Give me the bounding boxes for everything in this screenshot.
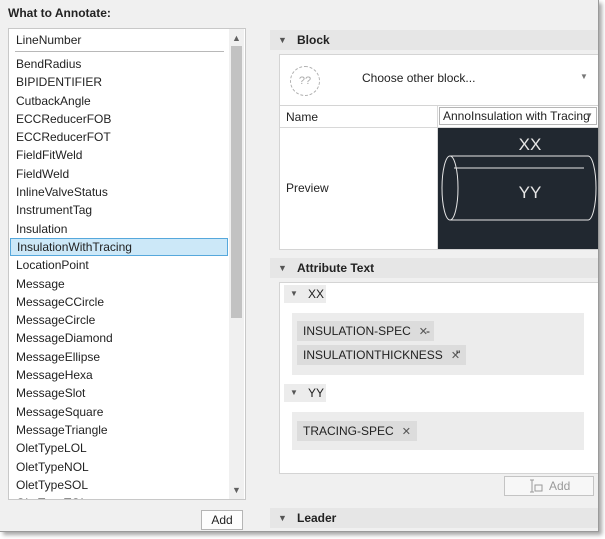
- list-header: LineNumber: [15, 33, 224, 52]
- add-annotation-button[interactable]: Add: [201, 510, 243, 530]
- list-item[interactable]: BIPIDENTIFIER: [10, 73, 228, 91]
- add-attribute-icon: [530, 479, 543, 493]
- separator-text: -: [426, 324, 430, 338]
- token-chip[interactable]: INSULATIONTHICKNESS ✕: [297, 345, 467, 365]
- pipe-preview-drawing: XX YY: [441, 135, 597, 221]
- preview-tag-xx: XX: [519, 135, 542, 154]
- list-item[interactable]: FieldFitWeld: [10, 146, 228, 164]
- block-preview: XX YY: [438, 128, 598, 249]
- attribute-yy-token-field[interactable]: TRACING-SPEC ✕: [292, 412, 584, 450]
- token-label: INSULATIONTHICKNESS: [303, 348, 443, 362]
- list-item[interactable]: MessageHexa: [10, 366, 228, 384]
- attribute-group-yy-header[interactable]: ▼ YY: [284, 384, 326, 402]
- select-arrow-icon[interactable]: ▼: [585, 108, 593, 124]
- list-item[interactable]: ECCReducerFOT: [10, 128, 228, 146]
- list-item[interactable]: OletTypeTOL: [10, 494, 228, 499]
- list-item[interactable]: InstrumentTag: [10, 201, 228, 219]
- annotate-dialog: What to Annotate: LineNumber BendRadius B…: [0, 0, 599, 532]
- token-chip[interactable]: TRACING-SPEC ✕: [297, 421, 417, 441]
- token-label: TRACING-SPEC: [303, 424, 394, 438]
- preview-tag-yy: YY: [519, 183, 542, 202]
- collapse-triangle-icon[interactable]: ▼: [290, 384, 298, 402]
- attribute-text-panel: ▼ XX INSULATION-SPEC ✕ - INSULATIONTHICKN…: [279, 282, 598, 474]
- separator-text: ": [456, 348, 461, 362]
- collapse-triangle-icon[interactable]: ▼: [290, 285, 298, 303]
- block-section-header[interactable]: ▼ Block: [270, 30, 598, 50]
- list-item[interactable]: OletTypeLOL: [10, 439, 228, 457]
- attribute-section-title: Attribute Text: [297, 261, 375, 275]
- chevron-down-icon[interactable]: ▼: [580, 72, 588, 81]
- add-attribute-button[interactable]: Add: [504, 476, 594, 496]
- list-item[interactable]: BendRadius: [10, 55, 228, 73]
- list-item[interactable]: MessageEllipse: [10, 348, 228, 366]
- collapse-triangle-icon[interactable]: ▼: [278, 30, 287, 50]
- leader-section-title: Leader: [297, 511, 337, 525]
- name-label: Name: [286, 110, 319, 124]
- list-item[interactable]: FieldWeld: [10, 165, 228, 183]
- list-item[interactable]: OletTypeSOL: [10, 476, 228, 494]
- list-items: BendRadius BIPIDENTIFIER CutbackAngle ECCRe…: [10, 55, 228, 499]
- attribute-section-header[interactable]: ▼ Attribute Text: [270, 258, 598, 278]
- scroll-thumb[interactable]: [231, 46, 242, 318]
- scroll-up-icon[interactable]: ▲: [229, 31, 244, 45]
- leader-section-header[interactable]: ▼ Leader: [270, 508, 598, 528]
- remove-token-icon[interactable]: ✕: [402, 426, 411, 438]
- list-item[interactable]: MessageSlot: [10, 384, 228, 402]
- list-item[interactable]: LocationPoint: [10, 256, 228, 274]
- block-name-value: AnnoInsulation with Tracing: [443, 109, 590, 123]
- block-properties-grid: Name AnnoInsulation with Tracing ▼ Previ…: [279, 105, 598, 250]
- token-label: INSULATION-SPEC: [303, 324, 411, 338]
- block-section-title: Block: [297, 33, 330, 47]
- token-chip[interactable]: INSULATION-SPEC ✕: [297, 321, 435, 341]
- list-item[interactable]: MessageDiamond: [10, 329, 228, 347]
- list-item[interactable]: MessageSquare: [10, 403, 228, 421]
- list-item[interactable]: Message: [10, 275, 228, 293]
- attribute-xx-token-field[interactable]: INSULATION-SPEC ✕ - INSULATIONTHICKNESS ✕ …: [292, 313, 584, 375]
- add-attribute-label: Add: [549, 479, 571, 493]
- list-scrollbar[interactable]: ▲ ▼: [229, 29, 244, 499]
- preview-label: Preview: [286, 181, 329, 195]
- attribute-group-name: XX: [308, 287, 325, 301]
- attribute-group-xx-header[interactable]: ▼ XX: [284, 285, 326, 303]
- block-name-select[interactable]: AnnoInsulation with Tracing ▼: [439, 107, 597, 125]
- panel-title: What to Annotate:: [8, 6, 111, 20]
- block-dropdown-text: Choose other block...: [362, 71, 476, 85]
- annotation-type-list[interactable]: LineNumber BendRadius BIPIDENTIFIER Cutbac…: [8, 28, 246, 500]
- list-item[interactable]: MessageCCircle: [10, 293, 228, 311]
- list-item[interactable]: CutbackAngle: [10, 92, 228, 110]
- attribute-group-name: YY: [308, 386, 325, 400]
- list-item[interactable]: InlineValveStatus: [10, 183, 228, 201]
- list-item[interactable]: ECCReducerFOB: [10, 110, 228, 128]
- scroll-down-icon[interactable]: ▼: [229, 483, 244, 497]
- collapse-triangle-icon[interactable]: ▼: [278, 258, 287, 278]
- list-item[interactable]: OletTypeNOL: [10, 458, 228, 476]
- list-item[interactable]: MessageCircle: [10, 311, 228, 329]
- list-item[interactable]: MessageTriangle: [10, 421, 228, 439]
- block-dropdown[interactable]: ?? Choose other block... ▼: [279, 54, 598, 106]
- list-item[interactable]: Insulation: [10, 220, 228, 238]
- collapse-triangle-icon[interactable]: ▼: [278, 508, 287, 528]
- list-item[interactable]: InsulationWithTracing: [10, 237, 228, 257]
- block-placeholder-icon: ??: [290, 66, 320, 96]
